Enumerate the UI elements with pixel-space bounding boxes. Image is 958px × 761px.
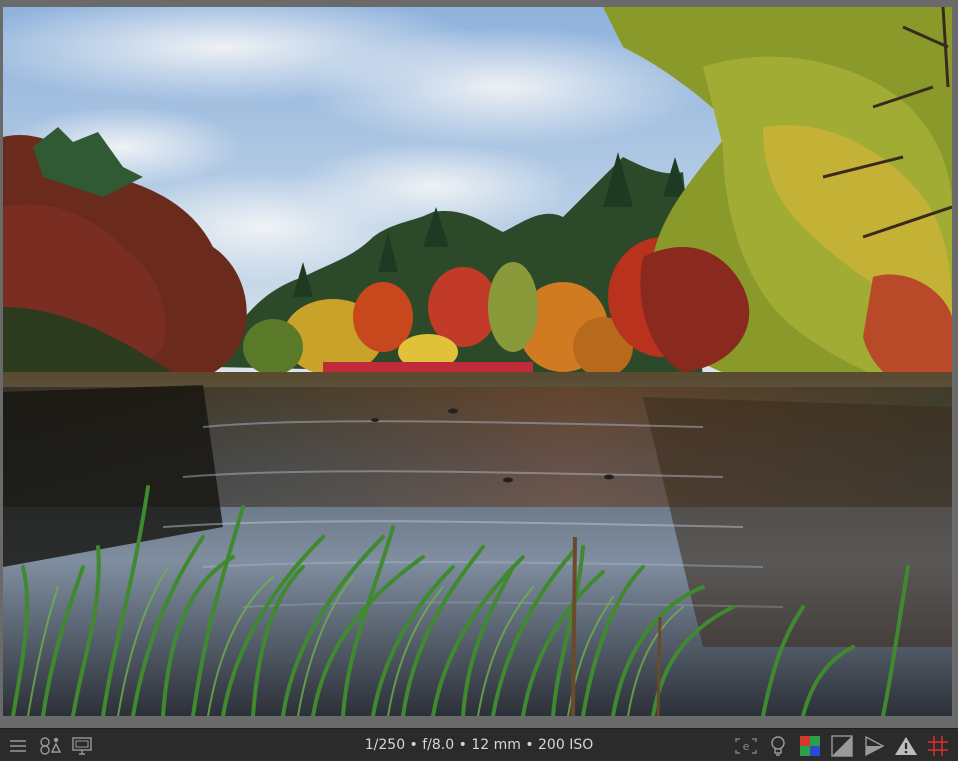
bottom-right-tools: e [730,729,954,761]
hamburger-menu-icon[interactable] [5,733,31,759]
color-assessment-icon[interactable] [797,733,823,759]
autumn-pond-photo [3,7,952,716]
image-viewer[interactable] [3,7,952,716]
overexposure-icon[interactable] [829,733,855,759]
guides-icon[interactable] [925,733,951,759]
focus-peaking-icon[interactable]: e [733,733,759,759]
display-icon[interactable] [69,733,95,759]
shapes-icon[interactable] [37,733,63,759]
gamut-warning-icon[interactable] [893,733,919,759]
softproof-icon[interactable] [861,733,887,759]
svg-text:e: e [743,740,750,753]
app-window: 1/250 • f/8.0 • 12 mm • 200 ISO e [0,0,958,761]
lightbulb-icon[interactable] [765,733,791,759]
bottom-left-tools [2,729,98,761]
bottom-toolbar: 1/250 • f/8.0 • 12 mm • 200 ISO e [0,728,958,761]
